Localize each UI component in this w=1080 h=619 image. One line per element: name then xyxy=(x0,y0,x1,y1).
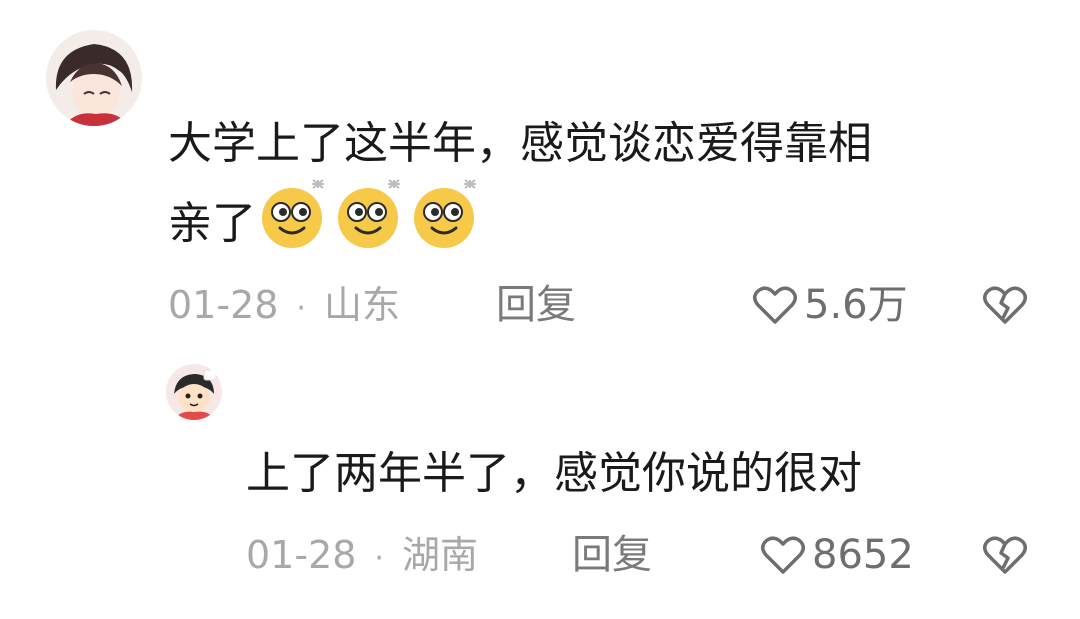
comment-location: 湖南 xyxy=(401,533,478,577)
comment-text-line-2: 亲了 xyxy=(168,198,256,249)
avatar[interactable] xyxy=(166,364,222,420)
reply-button[interactable]: 回复 xyxy=(572,532,652,578)
like-count: 5.6万 xyxy=(804,282,908,328)
avatar[interactable] xyxy=(46,30,142,126)
comment-text: 大学上了这半年，感觉谈恋爱得靠相 亲了 xyxy=(168,110,1028,258)
reply-button[interactable]: 回复 xyxy=(496,282,576,328)
emoji-group xyxy=(256,178,484,250)
broken-heart-icon[interactable] xyxy=(982,284,1028,326)
comment-location: 山东 xyxy=(323,283,400,327)
comment-text: 上了两年半了，感觉你说的很对 xyxy=(246,448,862,499)
like-button[interactable]: 5.6万 xyxy=(752,282,908,328)
comment-date: 01-28 xyxy=(168,283,279,327)
comment-meta: 01-28 · 湖南 xyxy=(246,532,478,582)
separator-dot: · xyxy=(374,541,384,576)
broken-heart-icon[interactable] xyxy=(982,534,1028,576)
comment-date: 01-28 xyxy=(246,533,357,577)
comment-meta: 01-28 · 山东 xyxy=(168,282,400,332)
heart-outline-icon xyxy=(753,286,797,324)
like-button[interactable]: 8652 xyxy=(760,532,914,578)
smiling-eyes-emoji-icon xyxy=(262,179,324,248)
like-count: 8652 xyxy=(812,532,914,578)
heart-outline-icon xyxy=(761,536,805,574)
smiling-eyes-emoji-icon xyxy=(338,179,400,248)
smiling-eyes-emoji-icon xyxy=(414,179,476,248)
comment-text-line-1: 大学上了这半年，感觉谈恋爱得靠相 xyxy=(168,118,872,169)
separator-dot: · xyxy=(296,291,306,326)
